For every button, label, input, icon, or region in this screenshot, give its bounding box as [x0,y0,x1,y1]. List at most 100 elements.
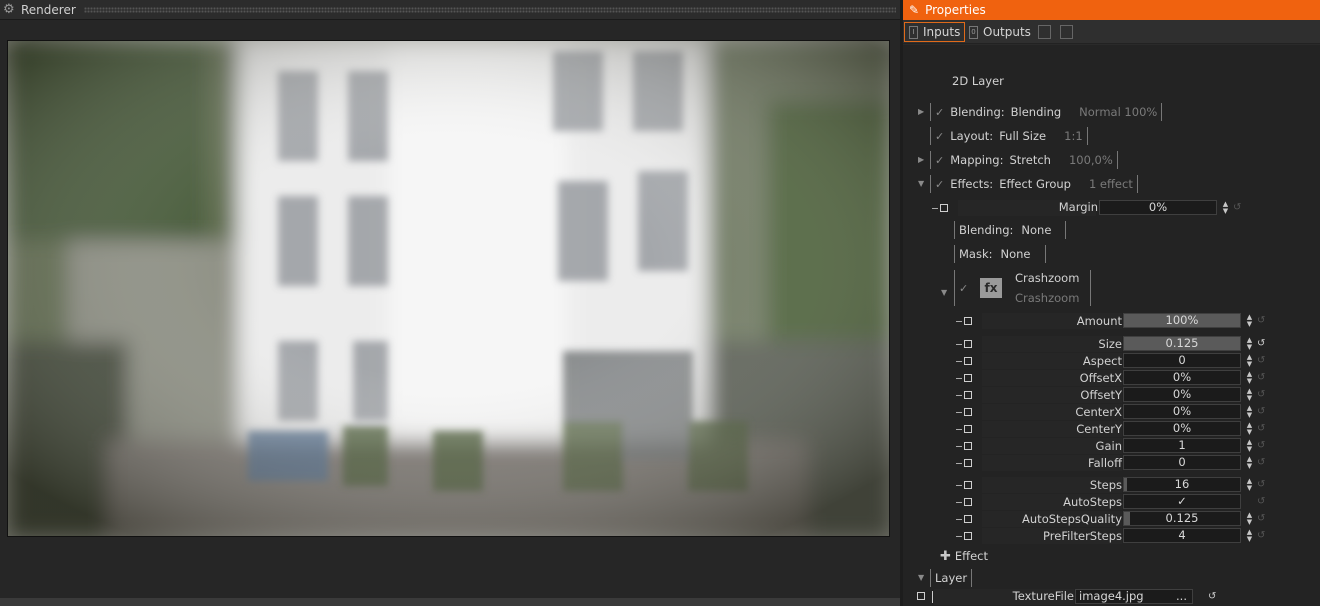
split-view-icon[interactable] [1038,25,1051,39]
keyframe-toggle[interactable] [964,481,972,489]
param-field[interactable]: 1 [1123,438,1241,453]
checkmark-icon[interactable]: ✓ [935,130,944,143]
tab-inputs[interactable]: I Inputs [904,22,966,42]
reset-icon[interactable]: ↺ [1257,531,1267,541]
spinner-arrows-icon[interactable]: ▲ ▼ [1245,354,1254,368]
keyframe-toggle[interactable] [964,532,972,540]
param-value: 0% [1172,387,1192,401]
spinner-arrows-icon[interactable]: ▲ ▼ [1245,422,1254,436]
texture-file-field[interactable]: image4.jpg ... [1075,589,1193,604]
expand-arrow-icon[interactable]: ▶ [918,108,926,116]
collapse-view-icon[interactable] [1060,25,1073,39]
param-field[interactable]: ✓ [1123,494,1241,509]
keyframe-toggle[interactable] [964,357,972,365]
spinner-arrows-icon[interactable]: ▲ ▼ [1245,337,1254,351]
param-field[interactable]: 0% [1123,370,1241,385]
keyframe-toggle[interactable] [964,498,972,506]
collapse-arrow-icon[interactable]: ▼ [918,574,926,582]
collapse-arrow-icon[interactable]: ▼ [918,180,926,188]
spinner-arrows-icon[interactable]: ▲ ▼ [1245,371,1254,385]
keyframe-toggle[interactable] [964,515,972,523]
keyframe-toggle[interactable] [964,408,972,416]
reset-icon[interactable]: ↺ [1257,424,1267,434]
param-field[interactable]: 100% [1123,313,1241,328]
spinner-arrows-icon[interactable]: ▲ ▼ [1245,456,1254,470]
param-field[interactable]: 0% [1123,404,1241,419]
spinner-arrows-icon[interactable]: ▲ ▼ [1245,512,1254,526]
param-value: 100% [1165,313,1199,327]
plus-icon: ✚ [940,548,951,564]
param-field[interactable]: 0% [1123,387,1241,402]
tab-outputs[interactable]: 0 Outputs [965,22,1035,42]
spinner-arrows-icon[interactable]: ▲ ▼ [1245,388,1254,402]
keyframe-toggle[interactable] [940,204,948,212]
effects-row[interactable]: ▼ ✓ Effects: Effect Group 1 effect [918,175,1138,193]
param-field[interactable]: 4 [1123,528,1241,543]
output-port-icon: 0 [969,25,978,39]
spinner-arrows-icon[interactable]: ▲ ▼ [1245,405,1254,419]
param-field[interactable]: 0.125 [1123,511,1241,526]
margin-row [932,199,948,217]
reset-icon[interactable]: ↺ [1257,339,1267,349]
keyframe-toggle[interactable] [964,374,972,382]
effect-name[interactable]: Crashzoom [1015,271,1079,285]
keyframe-toggle[interactable] [964,317,972,325]
renderer-bottom-bar [0,598,900,606]
effect-blending-row[interactable]: Blending: None [954,221,1067,239]
keyframe-toggle[interactable] [964,425,972,433]
browse-button[interactable]: ... [1176,590,1187,603]
reset-icon[interactable]: ↺ [1257,316,1267,326]
param-field[interactable]: 0 [1123,455,1241,470]
param-value: 0 [1178,455,1186,469]
reset-icon[interactable]: ↺ [1257,407,1267,417]
layer-type: 2D Layer [952,74,1004,88]
checkmark-icon[interactable]: ✓ [935,178,944,191]
gear-icon[interactable]: ⚙ [3,2,17,17]
blending-value[interactable]: Blending [1011,105,1062,119]
layout-label: Layout: [950,129,994,143]
checkmark-icon[interactable]: ✓ [935,106,944,119]
keyframe-toggle[interactable] [917,592,925,600]
spinner-arrows-icon[interactable]: ▲ ▼ [1245,314,1254,328]
reset-icon[interactable]: ↺ [1257,480,1267,490]
mapping-row[interactable]: ▶ ✓ Mapping: Stretch 100,0% [918,151,1118,169]
checkmark-icon[interactable]: ✓ [959,282,968,295]
effect-mask-value[interactable]: None [1001,247,1031,261]
reset-icon[interactable]: ↺ [1257,458,1267,468]
spinner-arrows-icon[interactable]: ▲ ▼ [1245,439,1254,453]
layout-row[interactable]: ✓ Layout: Full Size 1:1 [926,127,1088,145]
reset-icon[interactable]: ↺ [1257,514,1267,524]
keyframe-toggle[interactable] [964,442,972,450]
keyframe-toggle[interactable] [964,340,972,348]
spinner-arrows-icon[interactable]: ▲ ▼ [1221,201,1230,215]
panel-grip[interactable] [83,6,896,13]
param-field[interactable]: 16 [1123,477,1241,492]
reset-icon[interactable]: ↺ [1257,497,1267,507]
spinner-arrows-icon[interactable]: ▲ ▼ [1245,529,1254,543]
expand-arrow-icon[interactable]: ▶ [918,156,926,164]
effect-mask-row[interactable]: Mask: None [954,245,1046,263]
layer-section-row[interactable]: ▼ Layer [918,569,973,587]
reset-icon[interactable]: ↺ [1257,390,1267,400]
spinner-arrows-icon[interactable]: ▲ ▼ [1245,478,1254,492]
blending-row[interactable]: ▶ ✓ Blending: Blending Normal 100% [918,103,1163,121]
param-field[interactable]: 0 [1123,353,1241,368]
keyframe-toggle[interactable] [964,391,972,399]
reset-icon[interactable]: ↺ [1257,373,1267,383]
collapse-arrow-icon[interactable]: ▼ [941,284,947,298]
reset-icon[interactable]: ↺ [1233,203,1243,213]
margin-field[interactable]: 0% [1099,200,1217,215]
add-effect-button[interactable]: ✚ Effect [940,547,988,565]
param-field[interactable]: 0.125 [1123,336,1241,351]
reset-icon[interactable]: ↺ [1257,441,1267,451]
reset-icon[interactable]: ↺ [1208,592,1218,602]
reset-icon[interactable]: ↺ [1257,356,1267,366]
checkmark-icon[interactable]: ✓ [935,154,944,167]
param-field[interactable]: 0% [1123,421,1241,436]
effect-blending-value[interactable]: None [1021,223,1051,237]
tab-outputs-label: Outputs [983,25,1031,39]
mapping-value[interactable]: Stretch [1009,153,1050,167]
keyframe-toggle[interactable] [964,459,972,467]
effects-value[interactable]: Effect Group [999,177,1071,191]
layout-value[interactable]: Full Size [999,129,1046,143]
